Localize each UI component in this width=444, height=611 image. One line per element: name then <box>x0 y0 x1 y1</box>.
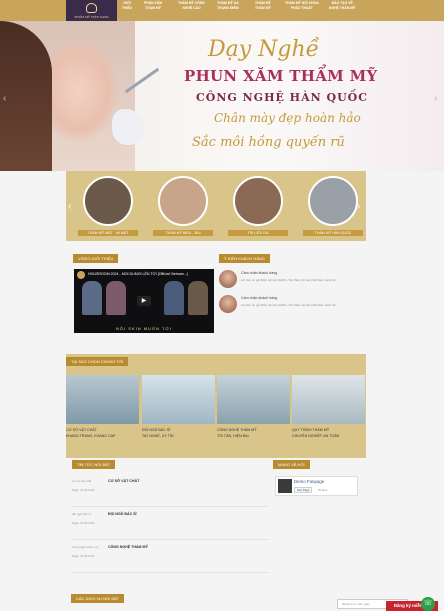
channel-logo-icon <box>77 271 85 279</box>
services-next-arrow-icon[interactable]: › <box>357 201 360 212</box>
why-title: ĐỘI NGŨ BÁC SĨ <box>142 428 171 432</box>
featured-section-title: CÁC DỊCH VỤ NỔI BẬT <box>71 594 125 603</box>
chat-placeholder: Đăng ký tư vấn ngay <box>342 602 370 606</box>
why-image <box>217 375 290 424</box>
review-item[interactable]: Cảm nhận khách hàng Lời cảm ơn gửi thẩm … <box>219 295 359 319</box>
hero-line-4: Chân mày đẹp hoàn hảo <box>214 111 361 125</box>
hero-glove <box>112 109 144 145</box>
reviews-section-title: Ý KIẾN KHÁCH HÀNG <box>219 254 270 263</box>
top-navigation: THẨM MỸ VIỆN KARA GIỚI THIỆU PHUN XĂM THẨM… <box>0 0 444 21</box>
hero-model-image <box>0 21 160 171</box>
news-thumb: công nghệ thẩm mỹ <box>72 545 99 549</box>
service-image <box>233 176 283 226</box>
avatar <box>219 295 237 313</box>
page-name[interactable]: Demo Fanpage <box>294 479 324 484</box>
page-avatar <box>278 479 292 493</box>
why-item[interactable]: CÔNG NGHỆ THẨM MỸ TỐI TÂN, HIỆN ĐẠI <box>217 375 290 438</box>
video-title: HOUSROOM 2024 - MOI DUMOI LỆN TỚI [Offic… <box>88 272 188 276</box>
why-subtitle: TAY NGHỀ, UY TÍN <box>142 434 174 438</box>
hero-prev-arrow-icon[interactable]: ‹ <box>3 93 6 104</box>
play-icon[interactable]: ▶ <box>137 296 151 306</box>
service-label: THẨM MỸ MẮT - MI MẮT <box>78 230 138 236</box>
why-subtitle: KHANG TRANG, KHANG CAP <box>66 434 116 438</box>
nav-item-dao-tao[interactable]: ĐÀO TẠO VỀ NGHỀ THẨM MỸ <box>329 1 356 10</box>
news-item[interactable]: công nghệ thẩm mỹ CÔNG NGHỆ THẨM MỸ Ngày… <box>72 545 268 573</box>
hero-line-5: Sắc môi hồng quyến rũ <box>192 135 345 150</box>
video-person <box>188 281 208 315</box>
nav-item-phun-xam[interactable]: PHUN XĂM THẨM MỸ <box>144 1 162 10</box>
service-label: THẨM MỸ HÀN QUỐC <box>303 230 363 236</box>
logo-mark-icon <box>86 3 97 13</box>
news-date: Ngày: 15-03-2016 <box>72 554 95 558</box>
video-player[interactable]: HOUSROOM 2024 - MOI DUMOI LỆN TỚI [Offic… <box>74 269 214 333</box>
video-section-title: VIDEO GIỚI THIỆU <box>73 254 119 263</box>
why-item[interactable]: CƠ SỞ VẬT CHẤT KHANG TRANG, KHANG CAP <box>66 375 139 438</box>
service-label: THẨM MỸ BIỂU - BỤI <box>153 230 213 236</box>
news-date: Ngày: 15-03-2016 <box>72 488 95 492</box>
why-image <box>292 375 365 424</box>
review-text: Lời cảm ơn gửi thẩm mỹ viện KARA, chúc t… <box>241 303 336 307</box>
news-section-title: TIN TỨC NỔI BẬT <box>72 460 116 469</box>
news-title[interactable]: ĐỘI NGŨ BÁC SĨ <box>108 512 137 516</box>
logo-text: THẨM MỸ VIỆN KARA <box>74 15 109 19</box>
news-thumb: đội ngũ bác sĩ <box>72 512 91 516</box>
hero-line-2: PHUN XĂM THẨM MỸ <box>184 67 378 85</box>
service-image <box>308 176 358 226</box>
hero-banner[interactable]: Dạy Nghề PHUN XĂM THẨM MỸ CÔNG NGHỆ HÀN … <box>0 21 444 171</box>
news-title[interactable]: CƠ SỞ VẬT CHẤT <box>108 479 139 483</box>
nav-item-gioi-thieu[interactable]: GIỚI THIỆU <box>122 1 132 10</box>
hero-hair <box>0 21 52 171</box>
news-date: Ngày: 15-03-2016 <box>72 521 95 525</box>
services-carousel: THẨM MỸ MẮT - MI MẮT THẨM MỸ BIỂU - BỤI … <box>66 171 366 241</box>
service-item[interactable]: THẨM MỸ HÀN QUỐC <box>303 176 363 236</box>
why-item[interactable]: QUY TRÌNH THẨM MỸ CHUYÊN NGHIỆP, AN TOÀN <box>292 375 365 438</box>
video-person <box>106 281 126 315</box>
why-title: CÔNG NGHỆ THẨM MỸ <box>217 428 257 432</box>
review-text: Lời cảm ơn gửi thẩm mỹ viện KARA, chúc t… <box>241 278 336 282</box>
social-section-title: MẠNG XÃ HỘI <box>273 460 310 469</box>
nav-item-noi-khoa[interactable]: THẨM MỸ NỘI KHOA PHẪU THUẬT <box>285 1 319 10</box>
news-item[interactable]: đội ngũ bác sĩ ĐỘI NGŨ BÁC SĨ Ngày: 15-0… <box>72 512 268 540</box>
why-section-title: TẠI SAO CHỌN CHÚNG TÔI <box>66 357 129 366</box>
why-subtitle: CHUYÊN NGHIỆP, AN TOÀN <box>292 434 340 438</box>
service-item[interactable]: TRỊ LIỆU DA <box>228 176 288 236</box>
review-item[interactable]: Cảm nhận khách hàng Lời cảm ơn gửi thẩm … <box>219 270 359 294</box>
hero-tool <box>124 67 160 94</box>
hero-next-arrow-icon[interactable]: › <box>434 93 437 104</box>
why-title: QUY TRÌNH THẨM MỸ <box>292 428 330 432</box>
phone-icon[interactable]: ☏ <box>421 597 435 611</box>
service-item[interactable]: THẨM MỸ MẮT - MI MẮT <box>78 176 138 236</box>
news-item[interactable]: cơ sở vật chất CƠ SỞ VẬT CHẤT Ngày: 15-0… <box>72 479 268 507</box>
page-followers: 59 likes <box>318 488 328 492</box>
review-name: Cảm nhận khách hàng <box>241 271 278 275</box>
why-image <box>142 375 215 424</box>
service-item[interactable]: THẨM MỸ BIỂU - BỤI <box>153 176 213 236</box>
video-banner-text: NỘI SKIN MUỐN TỚI <box>116 326 172 331</box>
video-person <box>82 281 102 315</box>
avatar <box>219 270 237 288</box>
news-title[interactable]: CÔNG NGHỆ THẨM MỸ <box>108 545 148 549</box>
service-image <box>158 176 208 226</box>
facebook-page-widget[interactable]: Demo Fanpage Like Page 59 likes <box>275 476 358 496</box>
why-subtitle: TỐI TÂN, HIỆN ĐẠI <box>217 434 249 438</box>
why-title: CƠ SỞ VẬT CHẤT <box>66 428 97 432</box>
service-image <box>83 176 133 226</box>
why-item[interactable]: ĐỘI NGŨ BÁC SĨ TAY NGHỀ, UY TÍN <box>142 375 215 438</box>
video-person <box>164 281 184 315</box>
nav-item-cong-nghe-cao[interactable]: THẨM MỸ CÔNG NGHỆ CAO <box>178 1 205 10</box>
why-image <box>66 375 139 424</box>
hero-line-1: Dạy Nghề <box>208 37 320 62</box>
news-thumb: cơ sở vật chất <box>72 479 92 483</box>
hero-line-3: CÔNG NGHỆ HÀN QUỐC <box>196 91 368 104</box>
review-name: Cảm nhận khách hàng <box>241 296 278 300</box>
services-prev-arrow-icon[interactable]: ‹ <box>68 201 71 212</box>
nav-item-da-trang-diem[interactable]: THẨM MỸ DA TRANG ĐIỂM <box>217 1 239 10</box>
like-page-button[interactable]: Like Page <box>294 487 313 493</box>
site-logo[interactable]: THẨM MỸ VIỆN KARA <box>66 0 117 21</box>
nav-item-tham-my[interactable]: THẨM MỸ THẨM MỸ <box>255 1 271 10</box>
service-label: TRỊ LIỆU DA <box>228 230 288 236</box>
why-choose-us-section: TẠI SAO CHỌN CHÚNG TÔI CƠ SỞ VẬT CHẤT KH… <box>66 354 366 458</box>
